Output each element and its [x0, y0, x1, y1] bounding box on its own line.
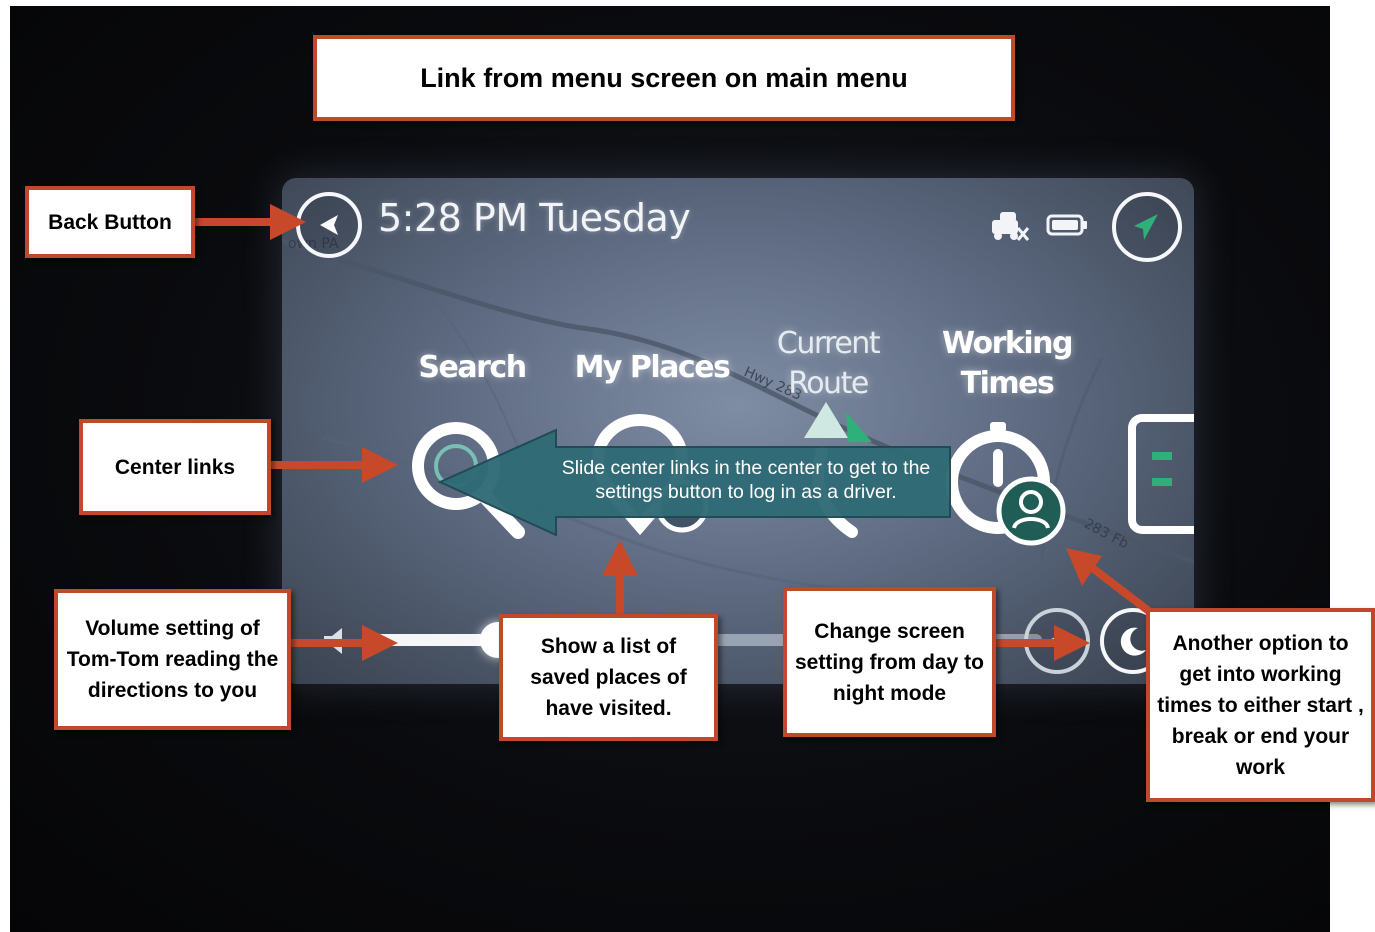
- day-night-arrowhead: [1054, 625, 1090, 661]
- back-button-callout: Back Button: [25, 186, 195, 258]
- center-links-arrowhead: [362, 447, 398, 483]
- day-night-callout: Change screen setting from day to night …: [783, 587, 996, 737]
- slide-hint-text: Slide center links in the center to get …: [561, 457, 931, 503]
- working-times-callout: Another option to get into working times…: [1146, 608, 1375, 802]
- volume-callout: Volume setting of Tom-Tom reading the di…: [54, 589, 291, 730]
- center-links-callout: Center links: [79, 419, 271, 515]
- back-button-arrowhead: [270, 204, 306, 240]
- volume-arrowhead: [362, 625, 398, 661]
- saved-places-arrowhead: [602, 540, 638, 576]
- header-callout: Link from menu screen on main menu: [313, 35, 1015, 121]
- saved-places-callout: Show a list of saved places of have visi…: [499, 614, 718, 741]
